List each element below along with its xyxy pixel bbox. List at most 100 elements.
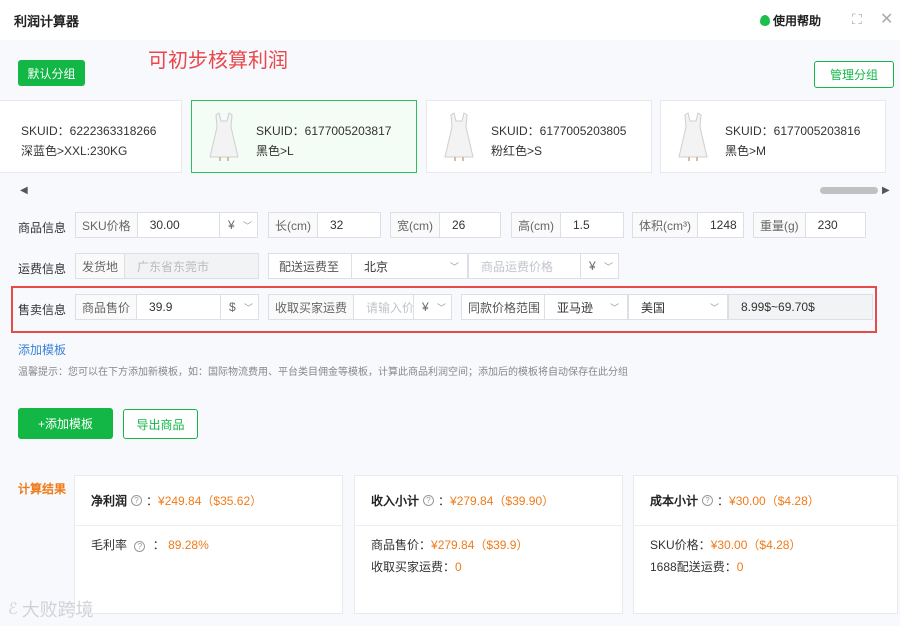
sku-id: SKUID：6177005203817 [256,124,392,138]
income-price-value: ¥279.84（$39.9） [431,538,529,552]
scroll-left-icon[interactable]: ◀ [20,185,28,196]
chevron-down-icon: ﹀ [449,261,459,272]
sku-id: SKUID：6177005203805 [491,124,627,138]
weight-field[interactable]: 重量(g) 230 [753,212,866,238]
net-profit-card: 净利润 ? ： ¥249.84（$35.62） 毛利率 ? ： 89.28% [74,475,343,614]
card-header: 成本小计 ? ： ¥30.00（$4.28） [634,476,897,526]
length-label: 长(cm) [269,213,318,237]
cost-ship-label: 1688配送运费： [650,560,737,574]
sku-variant: 粉红色>S [491,144,543,158]
ship-to-label-box: 配送运费至 [268,253,352,279]
dress-image [209,112,239,161]
cost-sku-line: SKU价格：¥30.00（$4.28） [650,536,801,553]
net-profit-title: 净利润 [91,494,128,508]
chevron-down-icon: ﹀ [242,220,252,231]
sku-variant: 黑色>L [256,144,294,158]
income-price-label: 商品售价： [371,538,432,552]
margin-label: 毛利率 [91,538,128,552]
sku-id: SKUID：6222363318266 [21,124,157,138]
income-freight-label: 收取买家运费： [371,560,456,574]
help-label: 使用帮助 [773,14,822,28]
export-goods-button[interactable]: 导出商品 [123,409,198,439]
margin-value: 89.28% [168,538,209,552]
cost-ship-value: 0 [736,560,744,574]
manage-group-button[interactable]: 管理分组 [814,61,894,88]
chevron-down-icon: ﹀ [603,261,613,272]
volume-input[interactable]: 1248 [698,218,743,232]
cost-ship-line: 1688配送运费：0 [650,558,743,575]
origin-label: 发货地 [76,254,126,278]
width-field[interactable]: 宽(cm) 26 [390,212,501,238]
income-value: ¥279.84（$39.90） [450,494,555,508]
cost-value: ¥30.00（$4.28） [729,494,820,508]
sku-price-input[interactable]: 30.00 [138,218,219,232]
length-input[interactable]: 32 [318,218,380,232]
dress-image [678,112,708,161]
origin-value: 广东省东莞市 [137,259,210,274]
width-label: 宽(cm) [391,213,440,237]
height-input[interactable]: 1.5 [561,218,623,232]
sku-card-4[interactable]: SKUID：6177005203816 黑色>M [660,100,886,173]
income-card: 收入小计 ? ： ¥279.84（$39.90） 商品售价：¥279.84（$3… [354,475,623,614]
sku-variant: 黑色>M [725,144,767,158]
results-label: 计算结果 [18,482,67,496]
currency-select[interactable]: ¥ ﹀ [219,213,257,237]
card-header: 净利润 ? ： ¥249.84（$35.62） [75,476,342,526]
income-freight-line: 收取买家运费：0 [371,558,462,575]
height-label: 高(cm) [512,213,561,237]
volume-label: 体积(cm³) [633,213,698,237]
watermark-text: 大败跨境 [21,600,94,620]
close-icon[interactable]: ✕ [880,9,893,29]
help-circle-icon[interactable]: ? [131,495,143,506]
add-template-link[interactable]: 添加模板 [18,341,66,358]
weight-input[interactable]: 230 [806,218,865,232]
add-template-button[interactable]: +添加模板 [18,408,113,439]
window-title: 利润计算器 [14,14,80,29]
ship-to-label: 配送运费至 [279,259,340,274]
help-circle-icon[interactable]: ? [702,495,714,506]
cost-sku-value: ¥30.00（$4.28） [710,538,802,552]
sku-card-2[interactable]: SKUID：6177005203817 黑色>L [191,100,417,173]
width-input[interactable]: 26 [440,218,500,232]
ship-to-value: 北京 [364,259,389,274]
sku-price-field[interactable]: SKU价格 30.00 ¥ ﹀ [75,212,258,238]
weight-label: 重量(g) [754,213,806,237]
product-info-label: 商品信息 [18,221,67,235]
tip-text: 温馨提示：您可以在下方添加新模板，如：国际物流费用、平台类目佣金等模板，计算此商… [18,367,628,378]
maximize-icon[interactable]: ⛶ [852,11,862,28]
default-group-button[interactable]: 默认分组 [18,60,85,86]
sku-variant: 深蓝色>XXL:230KG [21,144,128,158]
help-icon [760,15,770,26]
shipping-price-field[interactable]: 商品运费价格 ¥ ﹀ [468,253,619,279]
cost-sku-label: SKU价格： [650,538,711,552]
length-field[interactable]: 长(cm) 32 [268,212,381,238]
sku-id: SKUID：6177005203816 [725,124,861,138]
volume-field[interactable]: 体积(cm³) 1248 [632,212,744,238]
currency-select[interactable]: ¥ ﹀ [580,254,618,278]
horizontal-scrollbar-thumb[interactable] [820,187,878,194]
card-header: 收入小计 ? ： ¥279.84（$39.90） [355,476,622,526]
origin-field: 发货地 广东省东莞市 [75,253,259,279]
help-circle-icon[interactable]: ? [134,541,146,552]
watermark-logo-icon: ℰ [8,601,18,618]
watermark: ℰ 大败跨境 [8,596,94,622]
height-field[interactable]: 高(cm) 1.5 [511,212,624,238]
sku-price-label: SKU价格 [76,213,138,237]
shipping-price-input[interactable]: 商品运费价格 [469,258,580,275]
help-circle-icon[interactable]: ? [423,495,435,506]
net-profit-value: ¥249.84（$35.62） [158,494,263,508]
income-freight-value: 0 [455,560,462,574]
shipping-info-label: 运费信息 [18,262,67,276]
dress-image [444,112,474,161]
scroll-right-icon[interactable]: ▶ [882,185,890,196]
cost-card: 成本小计 ? ： ¥30.00（$4.28） SKU价格：¥30.00（$4.2… [633,475,898,614]
annotation-text: 可初步核算利润 [148,50,288,72]
sku-card-3[interactable]: SKUID：6177005203805 粉红色>S [426,100,652,173]
cost-title: 成本小计 [650,494,699,508]
help-link[interactable]: 使用帮助 [760,12,821,29]
margin-line: 毛利率 ? ： 89.28% [91,538,209,552]
highlight-box [11,286,877,333]
income-price-line: 商品售价：¥279.84（$39.9） [371,536,528,553]
sku-card-1[interactable]: SKUID：6222363318266 深蓝色>XXL:230KG [0,100,182,173]
ship-to-select[interactable]: 北京 ﹀ [351,253,468,279]
